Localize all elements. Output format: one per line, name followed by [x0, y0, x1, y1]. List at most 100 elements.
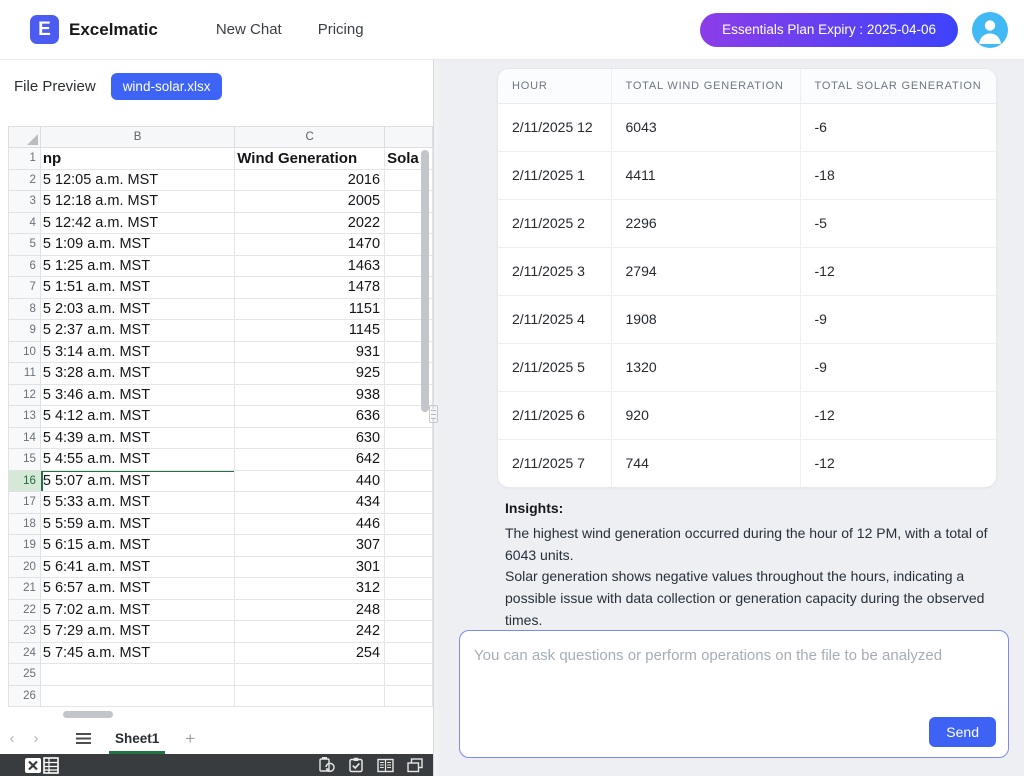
cell-b13[interactable]: 5 4:12 a.m. MST [40, 406, 234, 428]
cell-b6[interactable]: 5 1:25 a.m. MST [40, 255, 234, 277]
select-all-corner[interactable] [9, 127, 41, 148]
cell-c11[interactable]: 925 [235, 363, 385, 385]
row-number[interactable]: 9 [9, 320, 41, 342]
cell-c3[interactable]: 2005 [235, 191, 385, 213]
column-header-c[interactable]: C [235, 127, 385, 148]
cell-d19[interactable] [385, 535, 433, 557]
cell-c12[interactable]: 938 [235, 384, 385, 406]
cell-d15[interactable] [385, 449, 433, 471]
row-number[interactable]: 11 [9, 363, 41, 385]
cell-b19[interactable]: 5 6:15 a.m. MST [40, 535, 234, 557]
cell-c18[interactable]: 446 [235, 513, 385, 535]
excelmatic-logo-icon[interactable]: E [30, 15, 59, 44]
cell-b21[interactable]: 5 6:57 a.m. MST [40, 578, 234, 600]
cell-b14[interactable]: 5 4:39 a.m. MST [40, 427, 234, 449]
cell-b9[interactable]: 5 2:37 a.m. MST [40, 320, 234, 342]
cell-b3[interactable]: 5 12:18 a.m. MST [40, 191, 234, 213]
cell-c25[interactable] [235, 664, 385, 686]
cascade-windows-icon[interactable] [407, 758, 423, 773]
spreadsheet-grid[interactable]: B C 1npWind GenerationSola25 12:05 a.m. … [8, 126, 433, 707]
row-number[interactable]: 21 [9, 578, 41, 600]
chevron-left-icon[interactable]: ‹ [0, 730, 24, 747]
column-header-b[interactable]: B [40, 127, 234, 148]
sheet-tab-sheet1[interactable]: Sheet1 [115, 731, 159, 746]
add-sheet-icon[interactable]: + [185, 729, 195, 749]
cell-c21[interactable]: 312 [235, 578, 385, 600]
cell-c5[interactable]: 1470 [235, 234, 385, 256]
chevron-right-icon[interactable]: › [24, 730, 48, 747]
spreadsheet-horizontal-scrollbar[interactable] [63, 711, 113, 718]
cell-c7[interactable]: 1478 [235, 277, 385, 299]
cell-c23[interactable]: 242 [235, 621, 385, 643]
nav-pricing[interactable]: Pricing [318, 21, 364, 38]
cell-d22[interactable] [385, 599, 433, 621]
cell-c15[interactable]: 642 [235, 449, 385, 471]
cell-b25[interactable] [40, 664, 234, 686]
cell-b2[interactable]: 5 12:05 a.m. MST [40, 169, 234, 191]
row-number[interactable]: 23 [9, 621, 41, 643]
row-number[interactable]: 15 [9, 449, 41, 471]
hamburger-menu-icon[interactable] [76, 733, 91, 744]
cell-b1[interactable]: np [40, 148, 234, 170]
row-number[interactable]: 25 [9, 664, 41, 686]
cell-d26[interactable] [385, 685, 433, 707]
cell-b24[interactable]: 5 7:45 a.m. MST [40, 642, 234, 664]
cell-b12[interactable]: 5 3:46 a.m. MST [40, 384, 234, 406]
row-number[interactable]: 8 [9, 298, 41, 320]
cell-b4[interactable]: 5 12:42 a.m. MST [40, 212, 234, 234]
cell-b16[interactable]: 5 5:07 a.m. MST [40, 470, 234, 492]
cell-c8[interactable]: 1151 [235, 298, 385, 320]
cell-b10[interactable]: 5 3:14 a.m. MST [40, 341, 234, 363]
cell-b11[interactable]: 5 3:28 a.m. MST [40, 363, 234, 385]
cell-c1[interactable]: Wind Generation [235, 148, 385, 170]
cell-c10[interactable]: 931 [235, 341, 385, 363]
cell-c17[interactable]: 434 [235, 492, 385, 514]
row-number[interactable]: 5 [9, 234, 41, 256]
cell-b15[interactable]: 5 4:55 a.m. MST [40, 449, 234, 471]
spreadsheet-vertical-scrollbar[interactable] [421, 150, 429, 412]
cell-c16[interactable]: 440 [235, 470, 385, 492]
row-number[interactable]: 13 [9, 406, 41, 428]
clipboard-check-icon[interactable] [348, 757, 364, 773]
row-number[interactable]: 26 [9, 685, 41, 707]
user-avatar-icon[interactable] [972, 12, 1008, 48]
row-number[interactable]: 17 [9, 492, 41, 514]
cell-b7[interactable]: 5 1:51 a.m. MST [40, 277, 234, 299]
file-tab[interactable]: wind-solar.xlsx [111, 73, 223, 100]
cell-d24[interactable] [385, 642, 433, 664]
plan-expiry-badge[interactable]: Essentials Plan Expiry : 2025-04-06 [700, 13, 958, 47]
cell-c24[interactable]: 254 [235, 642, 385, 664]
cell-c4[interactable]: 2022 [235, 212, 385, 234]
cell-b26[interactable] [40, 685, 234, 707]
cell-c26[interactable] [235, 685, 385, 707]
row-number[interactable]: 20 [9, 556, 41, 578]
cell-d25[interactable] [385, 664, 433, 686]
row-number[interactable]: 10 [9, 341, 41, 363]
cell-d18[interactable] [385, 513, 433, 535]
reading-view-icon[interactable] [377, 758, 394, 773]
cell-c19[interactable]: 307 [235, 535, 385, 557]
row-number[interactable]: 19 [9, 535, 41, 557]
row-number[interactable]: 2 [9, 169, 41, 191]
cell-b22[interactable]: 5 7:02 a.m. MST [40, 599, 234, 621]
divider-resize-handle[interactable] [429, 405, 438, 423]
row-number[interactable]: 1 [9, 148, 41, 170]
cell-c6[interactable]: 1463 [235, 255, 385, 277]
cell-b8[interactable]: 5 2:03 a.m. MST [40, 298, 234, 320]
cell-c20[interactable]: 301 [235, 556, 385, 578]
cell-b5[interactable]: 5 1:09 a.m. MST [40, 234, 234, 256]
cell-d23[interactable] [385, 621, 433, 643]
cell-b18[interactable]: 5 5:59 a.m. MST [40, 513, 234, 535]
row-number[interactable]: 4 [9, 212, 41, 234]
cell-b23[interactable]: 5 7:29 a.m. MST [40, 621, 234, 643]
row-number[interactable]: 24 [9, 642, 41, 664]
cell-b20[interactable]: 5 6:41 a.m. MST [40, 556, 234, 578]
cell-c14[interactable]: 630 [235, 427, 385, 449]
cell-d16[interactable] [385, 470, 433, 492]
send-button[interactable]: Send [929, 717, 996, 747]
row-number[interactable]: 12 [9, 384, 41, 406]
cell-c2[interactable]: 2016 [235, 169, 385, 191]
row-number[interactable]: 3 [9, 191, 41, 213]
cell-d21[interactable] [385, 578, 433, 600]
row-number[interactable]: 18 [9, 513, 41, 535]
